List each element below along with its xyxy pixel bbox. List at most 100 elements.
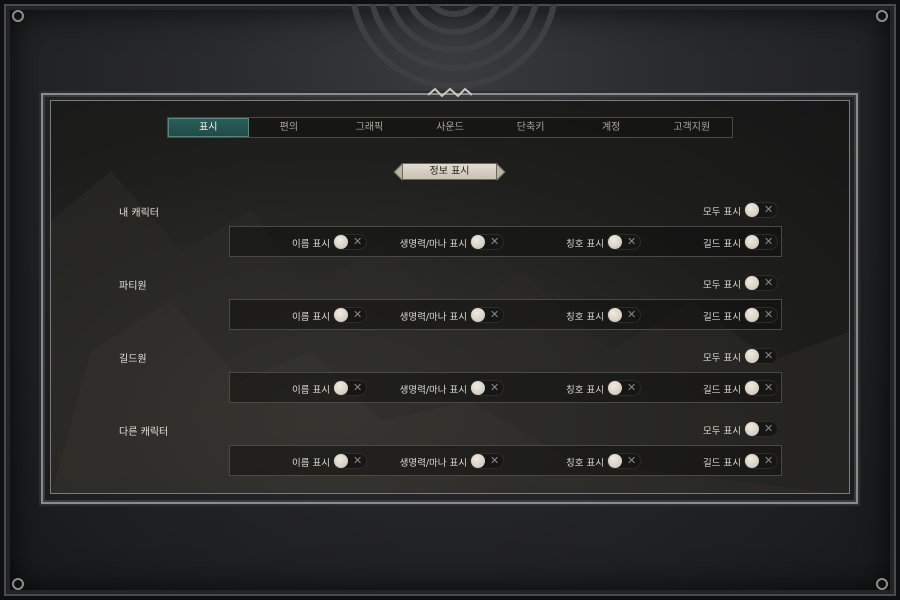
toggle-knob <box>608 308 622 322</box>
toggle-knob <box>608 381 622 395</box>
guild-option-label: 길드 표시 <box>703 312 741 323</box>
toggle-knob <box>745 276 759 290</box>
toggle-knob <box>334 308 348 322</box>
title-option-toggle[interactable]: ✕ <box>607 234 641 250</box>
group-label: 파티원 <box>119 281 147 292</box>
toggle-knob <box>334 454 348 468</box>
group-label: 다른 캐릭터 <box>119 427 169 438</box>
corner-rivet-icon <box>12 578 24 590</box>
toggle-off-icon: ✕ <box>490 235 500 248</box>
toggle-knob <box>745 349 759 363</box>
show-all-label: 모두 표시 <box>703 353 741 364</box>
corner-rivet-icon <box>876 10 888 22</box>
title-option-label: 칭호 표시 <box>566 312 604 323</box>
title-option-label: 칭호 표시 <box>566 239 604 250</box>
hp-mana-option-toggle[interactable]: ✕ <box>470 307 504 323</box>
swirl-ornament <box>350 4 558 89</box>
toggle-off-icon: ✕ <box>764 422 774 435</box>
toggle-knob <box>471 235 485 249</box>
show-all-toggle[interactable]: ✕ <box>744 421 778 437</box>
tab-convenience[interactable]: 편의 <box>249 118 330 137</box>
toggle-knob <box>745 422 759 436</box>
title-option-toggle[interactable]: ✕ <box>607 380 641 396</box>
toggle-off-icon: ✕ <box>764 454 774 467</box>
zigzag-ornament-icon <box>428 87 472 98</box>
toggle-knob <box>745 308 759 322</box>
toggle-off-icon: ✕ <box>353 235 363 248</box>
tab-sound[interactable]: 사운드 <box>410 118 491 137</box>
hp-mana-option-label: 생명력/마나 표시 <box>399 239 467 250</box>
section-title-label: 정보 표시 <box>429 166 470 177</box>
tab-display[interactable]: 표시 <box>168 118 249 137</box>
show-all-label: 모두 표시 <box>703 426 741 437</box>
toggle-off-icon: ✕ <box>764 349 774 362</box>
title-option-label: 칭호 표시 <box>566 385 604 396</box>
toggle-knob <box>471 381 485 395</box>
group-label: 길드원 <box>119 354 147 365</box>
tab-graphics[interactable]: 그래픽 <box>329 118 410 137</box>
toggle-knob <box>334 235 348 249</box>
name-option-toggle[interactable]: ✕ <box>333 307 367 323</box>
guild-option-toggle[interactable]: ✕ <box>744 307 778 323</box>
toggle-off-icon: ✕ <box>627 235 637 248</box>
group-label: 내 캐릭터 <box>119 208 159 219</box>
corner-rivet-icon <box>12 10 24 22</box>
toggle-off-icon: ✕ <box>490 454 500 467</box>
name-option-toggle[interactable]: ✕ <box>333 380 367 396</box>
toggle-off-icon: ✕ <box>490 308 500 321</box>
name-option-label: 이름 표시 <box>292 458 330 469</box>
toggle-knob <box>334 381 348 395</box>
toggle-knob <box>471 454 485 468</box>
guild-option-label: 길드 표시 <box>703 458 741 469</box>
toggle-off-icon: ✕ <box>764 308 774 321</box>
toggle-off-icon: ✕ <box>627 381 637 394</box>
section-title: 정보 표시 <box>393 161 506 182</box>
hp-mana-option-toggle[interactable]: ✕ <box>470 453 504 469</box>
toggle-knob <box>745 235 759 249</box>
toggle-knob <box>608 235 622 249</box>
guild-option-toggle[interactable]: ✕ <box>744 380 778 396</box>
name-option-label: 이름 표시 <box>292 312 330 323</box>
toggle-off-icon: ✕ <box>764 203 774 216</box>
toggle-off-icon: ✕ <box>764 381 774 394</box>
tab-support[interactable]: 고객지원 <box>651 118 732 137</box>
name-option-label: 이름 표시 <box>292 385 330 396</box>
guild-option-toggle[interactable]: ✕ <box>744 234 778 250</box>
toggle-knob <box>745 454 759 468</box>
guild-option-label: 길드 표시 <box>703 385 741 396</box>
guild-option-toggle[interactable]: ✕ <box>744 453 778 469</box>
show-all-toggle[interactable]: ✕ <box>744 202 778 218</box>
title-option-label: 칭호 표시 <box>566 458 604 469</box>
toggle-off-icon: ✕ <box>627 308 637 321</box>
toggle-knob <box>745 381 759 395</box>
tab-account[interactable]: 계정 <box>571 118 652 137</box>
toggle-off-icon: ✕ <box>353 308 363 321</box>
show-all-label: 모두 표시 <box>703 207 741 218</box>
title-option-toggle[interactable]: ✕ <box>607 453 641 469</box>
toggle-off-icon: ✕ <box>764 235 774 248</box>
name-option-toggle[interactable]: ✕ <box>333 234 367 250</box>
hp-mana-option-label: 생명력/마나 표시 <box>399 312 467 323</box>
tab-shortcuts[interactable]: 단축키 <box>490 118 571 137</box>
toggle-knob <box>745 203 759 217</box>
toggle-off-icon: ✕ <box>353 381 363 394</box>
show-all-toggle[interactable]: ✕ <box>744 348 778 364</box>
show-all-toggle[interactable]: ✕ <box>744 275 778 291</box>
toggle-off-icon: ✕ <box>627 454 637 467</box>
section-title-plate: 정보 표시 <box>402 163 497 180</box>
hp-mana-option-toggle[interactable]: ✕ <box>470 234 504 250</box>
settings-tabs: 표시 편의 그래픽 사운드 단축키 계정 고객지원 <box>167 117 733 138</box>
toggle-off-icon: ✕ <box>490 381 500 394</box>
toggle-knob <box>471 308 485 322</box>
hp-mana-option-label: 생명력/마나 표시 <box>399 458 467 469</box>
hp-mana-option-toggle[interactable]: ✕ <box>470 380 504 396</box>
show-all-label: 모두 표시 <box>703 280 741 291</box>
name-option-toggle[interactable]: ✕ <box>333 453 367 469</box>
toggle-off-icon: ✕ <box>764 276 774 289</box>
toggle-off-icon: ✕ <box>353 454 363 467</box>
guild-option-label: 길드 표시 <box>703 239 741 250</box>
name-option-label: 이름 표시 <box>292 239 330 250</box>
hp-mana-option-label: 생명력/마나 표시 <box>399 385 467 396</box>
toggle-knob <box>608 454 622 468</box>
title-option-toggle[interactable]: ✕ <box>607 307 641 323</box>
